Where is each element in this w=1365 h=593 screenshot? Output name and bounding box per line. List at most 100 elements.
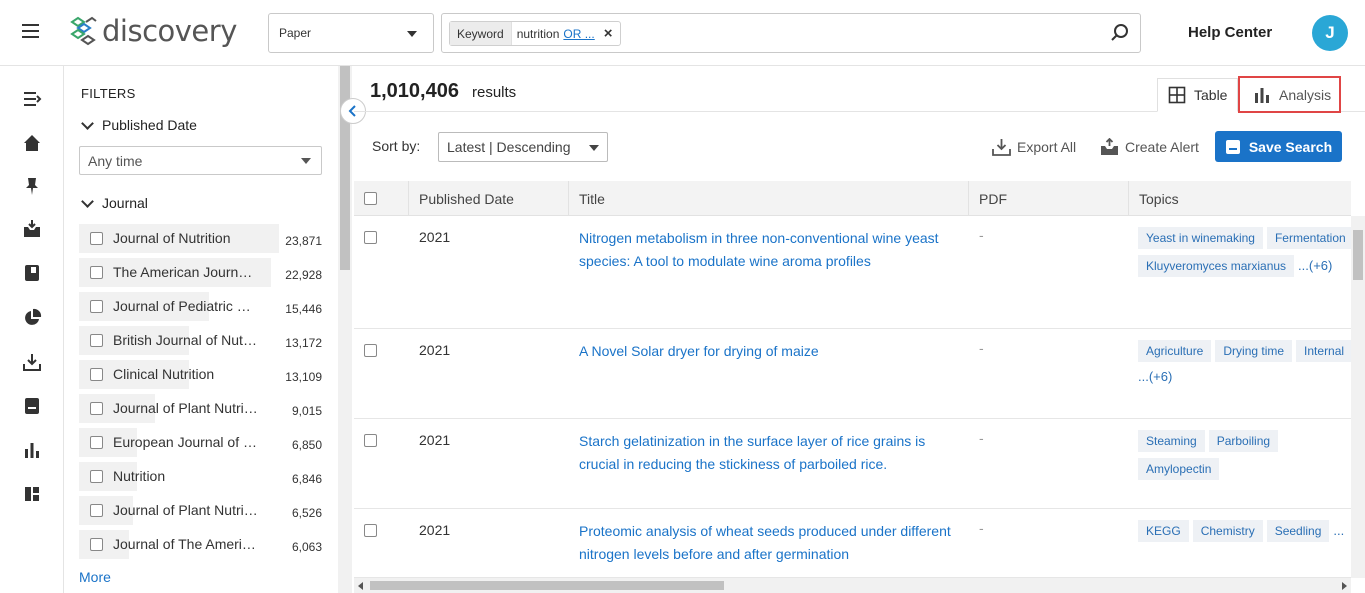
topic-tag[interactable]: KEGG xyxy=(1138,520,1189,542)
journal-checkbox[interactable] xyxy=(90,436,103,449)
sort-select[interactable]: Latest | Descending xyxy=(438,132,608,162)
journal-filter-item[interactable]: Clinical Nutrition13,109 xyxy=(79,360,322,389)
scroll-right-icon[interactable] xyxy=(1342,582,1347,590)
search-input[interactable]: Keyword nutritionOR ... × xyxy=(441,13,1141,53)
journal-filter-item[interactable]: Nutrition6,846 xyxy=(79,462,322,491)
row-checkbox[interactable] xyxy=(364,524,377,537)
journal-filter-item[interactable]: Journal of Pediatric Gastroenterology an… xyxy=(79,292,322,321)
journal-checkbox[interactable] xyxy=(90,402,103,415)
search-icon[interactable] xyxy=(1110,23,1130,43)
journal-checkbox[interactable] xyxy=(90,368,103,381)
row-checkbox[interactable] xyxy=(364,434,377,447)
journal-filter-item[interactable]: British Journal of Nutrition13,172 xyxy=(79,326,322,355)
chip-value: nutrition xyxy=(517,27,560,41)
topics-cell: SteamingParboiling Amylopectin xyxy=(1138,430,1351,486)
journal-filter-item[interactable]: European Journal of Clinical Nutrition6,… xyxy=(79,428,322,457)
more-journals-link[interactable]: More xyxy=(79,569,111,585)
journal-checkbox[interactable] xyxy=(90,300,103,313)
paper-title-link[interactable]: A Novel Solar dryer for drying of maize xyxy=(579,340,959,363)
chip-link[interactable]: OR ... xyxy=(563,27,594,41)
paper-title-link[interactable]: Proteomic analysis of wheat seeds produc… xyxy=(579,520,959,566)
create-alert-button[interactable]: Create Alert xyxy=(1100,138,1199,156)
home-icon[interactable] xyxy=(22,133,42,153)
more-topics-link[interactable]: ...(+6) xyxy=(1138,369,1172,384)
select-all-checkbox[interactable] xyxy=(364,192,377,205)
pie-chart-icon[interactable] xyxy=(22,308,42,328)
journal-count: 23,871 xyxy=(285,234,322,248)
book-icon[interactable] xyxy=(22,263,42,283)
filters-scrollbar[interactable] xyxy=(338,66,352,593)
expand-menu-icon[interactable] xyxy=(22,89,42,109)
keyword-chip[interactable]: Keyword nutritionOR ... × xyxy=(449,21,621,46)
topics-cell: KEGGChemistrySeedling... xyxy=(1138,520,1351,548)
download-icon[interactable] xyxy=(22,352,42,372)
journal-checkbox[interactable] xyxy=(90,470,103,483)
pin-icon[interactable] xyxy=(22,176,42,196)
topic-tag[interactable]: Internal xyxy=(1296,340,1351,362)
save-icon[interactable] xyxy=(22,396,42,416)
menu-icon[interactable] xyxy=(22,24,39,38)
scrollbar-thumb[interactable] xyxy=(370,581,724,590)
scroll-left-icon[interactable] xyxy=(358,582,363,590)
horizontal-scrollbar[interactable] xyxy=(354,578,1351,593)
results-count: 1,010,406 xyxy=(370,80,459,103)
row-checkbox[interactable] xyxy=(364,344,377,357)
save-search-button[interactable]: Save Search xyxy=(1215,131,1342,162)
journal-label: Journal xyxy=(102,195,148,211)
journal-checkbox[interactable] xyxy=(90,232,103,245)
select-all-cell xyxy=(354,181,409,216)
tab-table[interactable]: Table xyxy=(1157,78,1238,112)
more-topics-link[interactable]: ...(+6) xyxy=(1298,258,1332,273)
journal-name: British Journal of Nutrition xyxy=(113,332,258,348)
journal-checkbox[interactable] xyxy=(90,504,103,517)
column-header-pdf[interactable]: PDF xyxy=(969,181,1129,216)
journal-filter-item[interactable]: The American Journal of Clinical Nutriti… xyxy=(79,258,322,287)
column-header-title[interactable]: Title xyxy=(569,181,969,216)
topic-tag[interactable]: Amylopectin xyxy=(1138,458,1219,480)
journal-checkbox[interactable] xyxy=(90,538,103,551)
topic-tag[interactable]: Steaming xyxy=(1138,430,1205,452)
journal-filter-item[interactable]: Journal of Plant Nutrition9,015 xyxy=(79,394,322,423)
topic-tag[interactable]: Agriculture xyxy=(1138,340,1211,362)
journal-checkbox[interactable] xyxy=(90,266,103,279)
topic-tag[interactable]: Kluyveromyces marxianus xyxy=(1138,255,1294,277)
published-date-section-toggle[interactable]: Published Date xyxy=(81,117,197,133)
help-center-link[interactable]: Help Center xyxy=(1188,24,1272,41)
avatar[interactable]: J xyxy=(1312,15,1348,51)
chevron-down-icon xyxy=(407,31,417,37)
dashboard-icon[interactable] xyxy=(22,484,42,504)
published-date-select[interactable]: Any time xyxy=(79,146,322,175)
column-header-topics[interactable]: Topics xyxy=(1129,181,1351,216)
journal-filter-item[interactable]: Journal of Plant Nutrition and Soil Scie… xyxy=(79,496,322,525)
paper-title-link[interactable]: Starch gelatinization in the surface lay… xyxy=(579,430,959,476)
tab-analysis[interactable]: Analysis xyxy=(1238,76,1341,113)
export-all-button[interactable]: Export All xyxy=(992,138,1076,156)
table-scrollbar[interactable] xyxy=(1351,216,1365,578)
journal-filter-item[interactable]: Journal of Nutrition23,871 xyxy=(79,224,322,253)
topic-tag[interactable]: Chemistry xyxy=(1193,520,1263,542)
journal-name: Nutrition xyxy=(113,468,258,484)
content-type-select[interactable]: Paper xyxy=(268,13,434,53)
topic-tag[interactable]: Parboiling xyxy=(1209,430,1278,452)
close-icon[interactable]: × xyxy=(600,25,620,42)
journal-filter-item[interactable]: Journal of The American Dietetic Associa… xyxy=(79,530,322,559)
topic-tag[interactable]: Drying time xyxy=(1215,340,1292,362)
bar-chart-icon[interactable] xyxy=(22,440,42,460)
journal-count: 15,446 xyxy=(285,302,322,316)
inbox-icon[interactable] xyxy=(22,219,42,239)
topic-tag[interactable]: Fermentation xyxy=(1267,227,1351,249)
topic-tag[interactable]: Yeast in winemaking xyxy=(1138,227,1263,249)
paper-title-link[interactable]: Nitrogen metabolism in three non-convent… xyxy=(579,227,959,273)
row-checkbox[interactable] xyxy=(364,231,377,244)
pdf-cell: - xyxy=(979,227,984,243)
more-topics-link[interactable]: ... xyxy=(1333,523,1344,538)
journal-section-toggle[interactable]: Journal xyxy=(81,195,148,211)
journal-checkbox[interactable] xyxy=(90,334,103,347)
scrollbar-thumb[interactable] xyxy=(1353,230,1363,280)
column-header-published-date[interactable]: Published Date xyxy=(409,181,569,216)
tab-table-label: Table xyxy=(1194,87,1227,103)
topic-tag[interactable]: Seedling xyxy=(1267,520,1330,542)
logo[interactable]: discovery xyxy=(68,14,237,48)
results-label: results xyxy=(472,84,516,101)
scrollbar-thumb[interactable] xyxy=(340,66,350,270)
